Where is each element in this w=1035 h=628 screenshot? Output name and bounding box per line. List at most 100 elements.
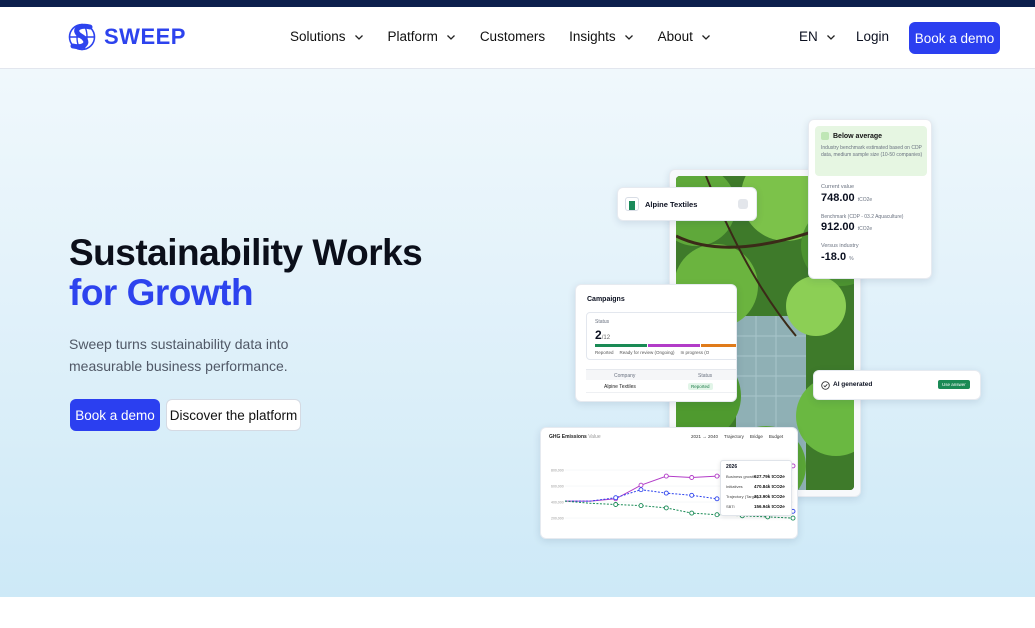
bench-label: Benchmark (CDP - 03.2 Aquaculture) — [821, 214, 904, 220]
row-status-badge: Reported — [688, 383, 713, 390]
data-point[interactable] — [613, 495, 619, 501]
data-point[interactable] — [638, 487, 644, 493]
data-point[interactable] — [714, 496, 720, 502]
nav-insights[interactable]: Insights — [569, 29, 634, 44]
progress-review — [648, 344, 700, 347]
data-point[interactable] — [714, 473, 720, 479]
col-company: Company — [614, 373, 636, 379]
nav-solutions-label: Solutions — [290, 29, 346, 44]
campaigns-card: Campaigns Status 2/12 Reported Ready for… — [575, 284, 737, 402]
nav-insights-label: Insights — [569, 29, 616, 44]
current-label: Current value — [821, 184, 855, 190]
logo[interactable]: SWEEP — [68, 18, 186, 56]
nav-about[interactable]: About — [658, 29, 711, 44]
status-label: Status — [595, 319, 610, 325]
below-hero-section — [0, 597, 1035, 628]
col-status: Status — [698, 373, 713, 379]
tooltip-row: Initiatives 470.84k tCO2e — [726, 484, 790, 489]
bench-value-wrap: 912.00 tCO2e — [821, 221, 872, 233]
versus-label: Versus industry — [821, 243, 859, 249]
logo-text: SWEEP — [104, 24, 186, 49]
language-selector[interactable]: EN — [799, 29, 836, 44]
progress-reported — [595, 344, 647, 347]
hero-subtitle: Sweep turns sustainability data into mea… — [69, 336, 289, 374]
data-point[interactable] — [638, 482, 644, 488]
data-point[interactable] — [689, 510, 695, 516]
status-total: /12 — [601, 335, 611, 341]
top-accent-bar — [0, 0, 1035, 7]
table-row[interactable]: Alpine Textiles Reported — [586, 381, 736, 393]
check-circle-icon — [821, 381, 830, 390]
hero-title-line1: Sustainability Works — [69, 232, 423, 273]
expand-icon[interactable] — [738, 199, 748, 209]
data-point[interactable] — [689, 475, 695, 480]
tooltip-year: 2026 — [726, 464, 738, 470]
nav-customers[interactable]: Customers — [480, 29, 545, 44]
current-value-wrap: 748.00 tCO2e — [821, 192, 872, 204]
versus-value: -18.0 — [821, 251, 847, 263]
data-point[interactable] — [689, 492, 695, 498]
status-count-wrap: 2/12 — [595, 328, 610, 342]
company-card[interactable]: Alpine Textiles — [617, 187, 757, 221]
tooltip-row: Trajectory (Target) 313.90k tCO2e — [726, 494, 790, 499]
nav-about-label: About — [657, 29, 693, 44]
tooltip-row-value: 156.94k tCO2e — [754, 504, 785, 509]
hero-title-line2: for Growth — [69, 272, 254, 313]
benchmark-card: Below average Industry benchmark estimat… — [808, 119, 932, 279]
data-point[interactable] — [790, 515, 796, 521]
chevron-down-icon — [354, 34, 363, 40]
chevron-down-icon — [701, 34, 710, 40]
data-point[interactable] — [663, 505, 669, 511]
data-point[interactable] — [714, 512, 720, 518]
login-link[interactable]: Login — [856, 29, 889, 44]
legend-review: Ready for review (Ongoing) — [619, 350, 675, 355]
tooltip-row: SBTi 156.94k tCO2e — [726, 504, 790, 509]
nav-platform-label: Platform — [387, 29, 438, 44]
language-label: EN — [799, 29, 818, 44]
nav-customers-label: Customers — [479, 29, 546, 44]
y-tick-label: 200,000 — [551, 517, 564, 521]
data-point[interactable] — [613, 502, 619, 507]
versus-unit: % — [849, 256, 854, 262]
benchmark-banner: Below average Industry benchmark estimat… — [815, 126, 927, 176]
chevron-down-icon — [624, 34, 633, 40]
book-demo-button[interactable]: Book a demo — [909, 22, 1000, 54]
status-legend: Reported Ready for review (Ongoing) In p… — [595, 350, 709, 355]
building-icon — [629, 201, 635, 210]
tooltip-row-label: Initiatives — [726, 484, 743, 489]
ai-label: AI generated — [833, 381, 873, 388]
table-header: Company Status — [586, 369, 736, 380]
versus-value-wrap: -18.0 % — [821, 251, 854, 263]
status-panel: Status 2/12 Reported Ready for review (O… — [586, 312, 736, 360]
current-unit: tCO2e — [857, 197, 873, 203]
bench-unit: tCO2e — [857, 226, 873, 232]
company-icon-box — [625, 197, 639, 211]
data-point[interactable] — [638, 503, 644, 509]
y-tick-label: 800,000 — [551, 469, 564, 473]
legend-inprogress: In progress (O — [680, 350, 710, 355]
globe-logo-icon — [68, 23, 96, 51]
tooltip-row-value: 627.79k tCO2e — [754, 474, 785, 479]
nav-solutions[interactable]: Solutions — [290, 29, 364, 44]
trend-icon — [821, 132, 829, 140]
benchmark-description: Industry benchmark estimated based on CD… — [821, 145, 923, 158]
y-tick-label: 600,000 — [551, 485, 564, 489]
use-answer-button[interactable]: Use answer — [938, 380, 970, 389]
row-company: Alpine Textiles — [604, 384, 636, 390]
bench-value: 912.00 — [821, 221, 855, 233]
benchmark-badge: Below average — [833, 132, 883, 140]
main-menu: Solutions Platform Customers Insights Ab… — [290, 29, 735, 44]
tooltip-row: Business growth 627.79k tCO2e — [726, 474, 790, 479]
discover-platform-button[interactable]: Discover the platform — [166, 399, 301, 431]
data-point[interactable] — [663, 490, 669, 496]
status-count: 2 — [595, 328, 602, 342]
site-header: SWEEP Solutions Platform Customers Insig… — [0, 7, 1035, 69]
data-point[interactable] — [663, 473, 669, 479]
tooltip-row-value: 470.84k tCO2e — [754, 484, 785, 489]
nav-platform[interactable]: Platform — [388, 29, 456, 44]
tooltip-row-label: Business growth — [726, 474, 756, 479]
current-value: 748.00 — [821, 192, 855, 204]
hero-book-demo-button[interactable]: Book a demo — [70, 399, 160, 431]
chart-tooltip: 2026 Business growth 627.79k tCO2e Initiat… — [720, 460, 792, 516]
chevron-down-icon — [826, 34, 835, 40]
